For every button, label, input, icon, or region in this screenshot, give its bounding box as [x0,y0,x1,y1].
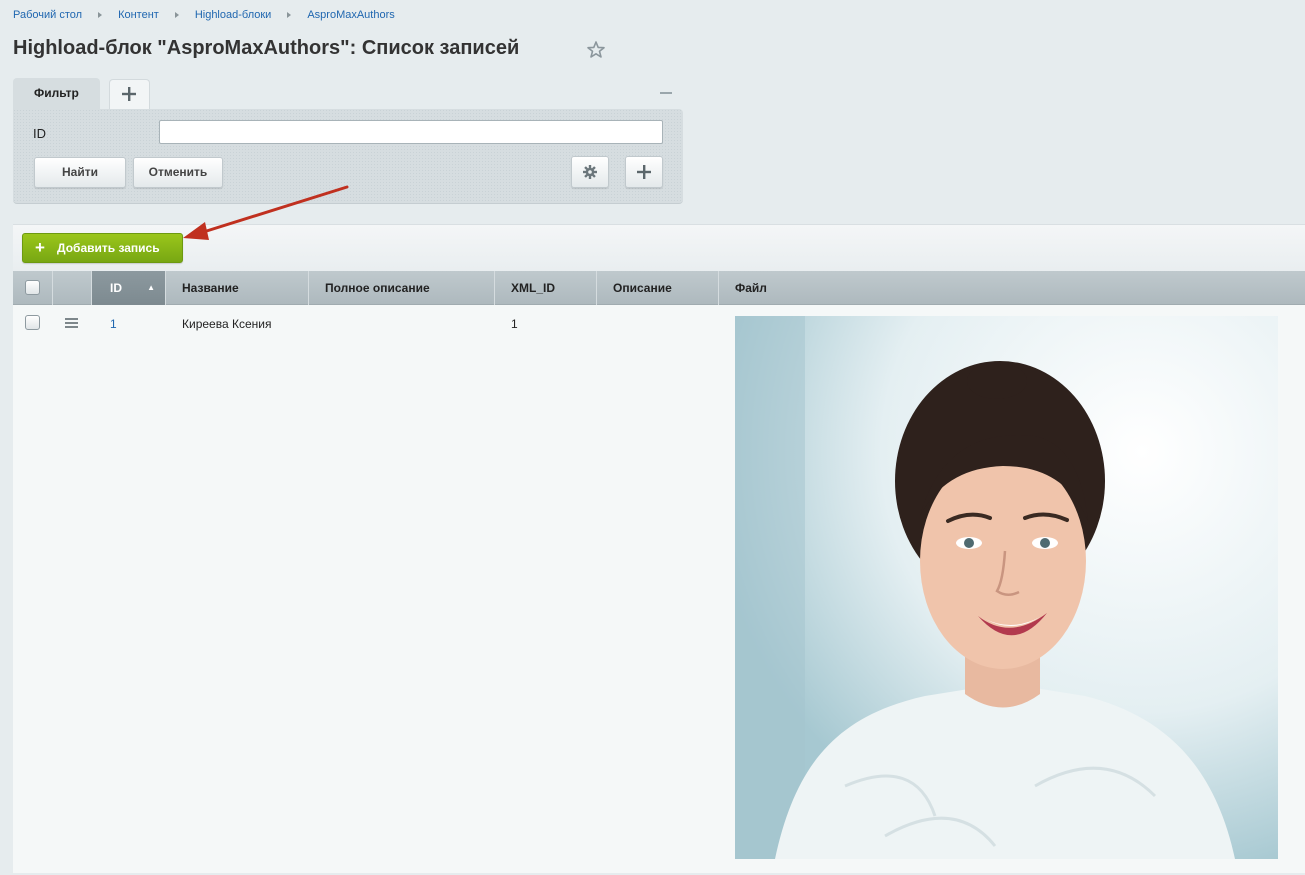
breadcrumb-desktop[interactable]: Рабочий стол [13,9,82,21]
filter-settings-button[interactable] [571,156,609,188]
breadcrumb-chevron-icon [174,12,179,18]
plus-icon [122,87,137,101]
filter-tabs: Фильтр [13,78,150,109]
column-header-id[interactable]: ID ▲ [92,271,166,305]
tab-filter[interactable]: Фильтр [13,78,100,109]
breadcrumb-chevron-icon [98,12,103,18]
column-header-name[interactable]: Название [166,271,309,305]
plus-icon: + [35,238,45,257]
filter-collapse-icon[interactable] [660,92,672,94]
column-header-id-label: ID [110,281,122,295]
page-title: Highload-блок "AsproMaxAuthors": Список … [13,37,520,59]
breadcrumb-content[interactable]: Контент [118,9,159,21]
row-name: Киреева Ксения [182,317,272,331]
add-filter-tab-button[interactable] [108,79,150,109]
row-checkbox[interactable] [25,315,40,330]
column-header-file[interactable]: Файл [719,271,1305,305]
column-header-full-description[interactable]: Полное описание [309,271,495,305]
header-actions-column [53,271,92,305]
add-filter-field-button[interactable] [625,156,663,188]
column-header-xml-id[interactable]: XML_ID [495,271,597,305]
gear-icon [583,165,597,179]
star-icon[interactable] [586,40,606,60]
plus-icon [637,165,651,179]
row-xml-id: 1 [511,317,518,331]
breadcrumb: Рабочий стол Контент Highload-блоки Aspr… [13,9,395,21]
table-body: 1 Киреева Ксения 1 [13,305,1305,873]
row-id-link[interactable]: 1 [110,317,117,331]
add-record-label: Добавить запись [57,241,160,255]
annotation-arrow [183,185,349,240]
select-all-checkbox[interactable] [25,280,40,295]
table-header: ID ▲ Название Полное описание XML_ID Опи… [13,271,1305,305]
breadcrumb-highload-blocks[interactable]: Highload-блоки [195,9,272,21]
hamburger-menu-icon[interactable] [65,318,78,330]
breadcrumb-aspromaxauthors[interactable]: AsproMaxAuthors [307,9,394,21]
column-header-description[interactable]: Описание [597,271,719,305]
sort-ascending-icon: ▲ [147,283,155,292]
add-record-button[interactable]: + Добавить запись [22,233,183,263]
find-button[interactable]: Найти [34,157,126,188]
filter-id-label: ID [33,126,46,141]
author-photo [735,316,1278,859]
header-select-all[interactable] [13,271,53,305]
breadcrumb-chevron-icon [287,12,292,18]
filter-id-input[interactable] [159,120,663,144]
